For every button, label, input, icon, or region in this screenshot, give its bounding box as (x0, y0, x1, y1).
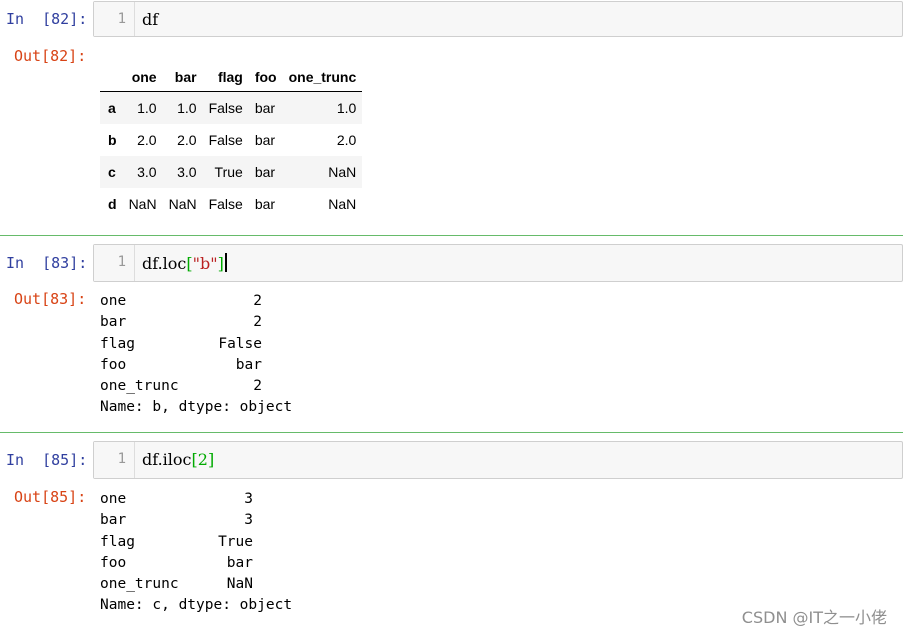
table-cell: 3.0 (137, 164, 157, 180)
series-key: foo (100, 554, 127, 571)
table-cell: 2.0 (177, 132, 197, 148)
series-key: one (100, 293, 127, 309)
series-value: bar (235, 356, 262, 373)
column-header: one (122, 63, 163, 92)
table-row: c 3.0 3.0 True bar NaN (100, 156, 363, 188)
table-cell: NaN (128, 196, 157, 212)
code-input[interactable]: 1 df.iloc[2] (93, 441, 903, 479)
series-row: bar 3 (100, 510, 253, 531)
code-prefix: df.loc (142, 254, 187, 273)
dataframe-table: one bar flag foo one_trunc a 1.0 1.0 Fal… (100, 63, 363, 220)
code-input[interactable]: 1 df (93, 1, 903, 37)
series-key: one_trunc (100, 576, 179, 593)
series-row: one 2 (100, 291, 262, 312)
series-key: foo (100, 356, 127, 373)
column-header: bar (162, 63, 203, 92)
series-output: one 2 bar 2 flag False foo bar one_trunc 2 Na… (100, 291, 293, 419)
in-prompt: In [82]: (6, 10, 88, 28)
series-row: one_trunc 2 (100, 376, 262, 397)
code-prefix: df.iloc (142, 450, 192, 469)
table-cell: False (208, 196, 243, 212)
series-footer: Name: c, dtype: object (100, 597, 293, 614)
row-index: a (108, 100, 116, 116)
text-cursor (224, 253, 227, 272)
series-row: one 3 (100, 489, 253, 510)
series-row: bar 2 (100, 312, 262, 333)
line-number: 1 (117, 254, 126, 270)
series-value: True (218, 533, 253, 550)
table-cell: False (208, 132, 243, 148)
code-text[interactable]: df.iloc[2] (142, 450, 214, 469)
out-prompt: Out[83]: (14, 290, 87, 308)
series-value: 2 (253, 314, 262, 331)
line-number: 1 (117, 11, 126, 27)
table-cell: 1.0 (177, 100, 197, 116)
code-text[interactable]: df.loc["b"] (142, 253, 227, 273)
table-cell: 3.0 (177, 164, 197, 180)
series-value: 2 (253, 378, 262, 395)
row-index: b (108, 132, 117, 148)
in-prompt: In [85]: (6, 451, 88, 469)
table-cell: True (214, 164, 243, 180)
row-index: c (108, 164, 116, 180)
column-header: one_trunc (282, 63, 363, 92)
table-row: d NaN NaN False bar NaN (100, 188, 362, 220)
table-cell: 1.0 (336, 100, 357, 116)
table-cell: NaN (328, 196, 357, 212)
code-bracket-close: ] (207, 450, 215, 469)
table-cell: NaN (168, 196, 197, 212)
column-header: flag (202, 63, 249, 92)
series-row: flag False (100, 334, 262, 355)
line-gutter: 1 (94, 2, 135, 36)
table-row: b 2.0 2.0 False bar 2.0 (100, 124, 362, 156)
out-prompt: Out[82]: (14, 47, 87, 65)
table-cell: bar (254, 196, 276, 212)
code-text[interactable]: df (142, 10, 158, 29)
cell-divider (0, 235, 903, 236)
cell-divider (0, 432, 903, 433)
table-cell: bar (254, 100, 276, 116)
series-value: 3 (244, 512, 253, 529)
line-gutter: 1 (94, 442, 135, 478)
code-number: 2 (197, 450, 208, 469)
series-value: NaN (226, 576, 253, 593)
row-index: d (108, 196, 117, 212)
in-prompt: In [83]: (6, 254, 88, 272)
table-cell: bar (254, 164, 276, 180)
line-gutter: 1 (94, 245, 135, 281)
series-row: one_trunc NaN (100, 574, 253, 595)
series-key: one (100, 491, 127, 507)
series-key: one_trunc (100, 378, 179, 395)
series-key: flag (100, 335, 135, 352)
table-cell: NaN (328, 164, 357, 180)
table-cell: 2.0 (137, 132, 157, 148)
table-cell: 2.0 (336, 132, 357, 148)
line-number: 1 (117, 451, 126, 467)
series-value: bar (226, 554, 253, 571)
code-string: "b" (192, 254, 218, 273)
column-header: foo (248, 63, 283, 92)
table-row: a 1.0 1.0 False bar 1.0 (100, 91, 363, 124)
series-value: 3 (244, 491, 253, 507)
index-header (100, 63, 123, 92)
series-footer: Name: b, dtype: object (100, 399, 293, 416)
series-key: flag (100, 533, 135, 550)
series-row: flag True (100, 532, 253, 553)
table-cell: False (208, 100, 243, 116)
series-key: bar (100, 512, 127, 529)
series-row: foo bar (100, 553, 253, 574)
code-bracket-close: ] (217, 254, 224, 273)
out-prompt: Out[85]: (14, 488, 87, 506)
watermark: CSDN @IT之一小佬 (741, 608, 887, 627)
table-cell: 1.0 (137, 100, 157, 116)
series-value: 2 (253, 293, 262, 309)
series-output: one 3 bar 3 flag True foo bar one_trunc NaN N… (100, 489, 293, 617)
table-cell: bar (254, 132, 276, 148)
table-header-row: one bar flag foo one_trunc (100, 63, 363, 92)
series-value: False (218, 335, 262, 352)
code-input[interactable]: 1 df.loc["b"] (93, 244, 903, 282)
series-key: bar (100, 314, 127, 331)
series-row: foo bar (100, 355, 262, 376)
